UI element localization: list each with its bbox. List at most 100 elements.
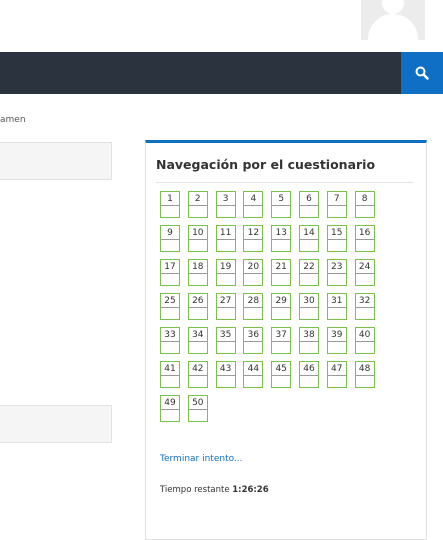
breadcrumb-item[interactable]: amen: [0, 115, 26, 125]
question-number: 32: [355, 295, 374, 308]
question-button[interactable]: 10: [187, 225, 208, 252]
quiz-navigation-block: Navegación por el cuestionario 123456789…: [145, 140, 427, 540]
question-number: 46: [299, 363, 318, 376]
question-number: 37: [272, 329, 291, 342]
question-number: 45: [272, 363, 291, 376]
question-button[interactable]: 24: [354, 259, 375, 286]
question-button[interactable]: 14: [298, 225, 319, 252]
question-button[interactable]: 36: [243, 327, 264, 354]
time-remaining: Tiempo restante 1:26:26: [160, 485, 269, 495]
question-button[interactable]: 47: [326, 361, 347, 388]
question-button[interactable]: 4: [243, 191, 264, 218]
question-number: 28: [244, 295, 263, 308]
question-button[interactable]: 15: [326, 225, 347, 252]
question-number: 19: [216, 261, 235, 274]
question-button[interactable]: 43: [215, 361, 236, 388]
divider: [156, 182, 414, 183]
question-number: 10: [188, 227, 207, 240]
question-number: 27: [216, 295, 235, 308]
question-button[interactable]: 28: [243, 293, 264, 320]
question-number: 47: [327, 363, 346, 376]
question-number: 22: [299, 261, 318, 274]
question-number: 39: [327, 329, 346, 342]
avatar-body-shape: [368, 14, 418, 40]
question-button[interactable]: 30: [298, 293, 319, 320]
question-button[interactable]: 12: [243, 225, 264, 252]
question-number: 25: [161, 295, 179, 308]
question-number: 35: [216, 329, 235, 342]
question-button[interactable]: 19: [215, 259, 236, 286]
question-button[interactable]: 39: [326, 327, 347, 354]
question-number: 13: [272, 227, 291, 240]
question-button[interactable]: 18: [187, 259, 208, 286]
question-button[interactable]: 38: [298, 327, 319, 354]
question-button[interactable]: 3: [215, 191, 236, 218]
question-button[interactable]: 17: [160, 259, 180, 286]
finish-attempt-link[interactable]: Terminar intento...: [160, 454, 243, 464]
question-button[interactable]: 20: [243, 259, 264, 286]
question-button[interactable]: 7: [326, 191, 347, 218]
question-button[interactable]: 11: [215, 225, 236, 252]
question-number: 3: [216, 193, 235, 206]
avatar-head-shape: [382, 0, 404, 14]
question-button[interactable]: 16: [354, 225, 375, 252]
time-remaining-label: Tiempo restante: [160, 485, 233, 495]
question-number: 36: [244, 329, 263, 342]
question-button[interactable]: 44: [243, 361, 264, 388]
question-number: 18: [188, 261, 207, 274]
question-number: 30: [299, 295, 318, 308]
question-button[interactable]: 49: [160, 395, 180, 422]
question-button[interactable]: 5: [271, 191, 292, 218]
question-number: 21: [272, 261, 291, 274]
question-number: 16: [355, 227, 374, 240]
question-number: 1: [161, 193, 179, 206]
question-button[interactable]: 9: [160, 225, 180, 252]
question-button[interactable]: 35: [215, 327, 236, 354]
question-button[interactable]: 50: [187, 395, 208, 422]
question-button[interactable]: 34: [187, 327, 208, 354]
question-button[interactable]: 42: [187, 361, 208, 388]
question-number: 26: [188, 295, 207, 308]
question-button[interactable]: 25: [160, 293, 180, 320]
question-button[interactable]: 2: [187, 191, 208, 218]
question-button[interactable]: 37: [271, 327, 292, 354]
question-number: 9: [161, 227, 179, 240]
question-button[interactable]: 6: [298, 191, 319, 218]
question-button[interactable]: 13: [271, 225, 292, 252]
question-number: 44: [244, 363, 263, 376]
question-number: 29: [272, 295, 291, 308]
question-number: 50: [188, 397, 207, 410]
question-number: 12: [244, 227, 263, 240]
question-button[interactable]: 41: [160, 361, 180, 388]
question-number: 38: [299, 329, 318, 342]
question-number: 34: [188, 329, 207, 342]
question-number: 11: [216, 227, 235, 240]
question-number: 14: [299, 227, 318, 240]
user-avatar[interactable]: [361, 0, 425, 40]
question-number: 33: [161, 329, 179, 342]
question-button[interactable]: 33: [160, 327, 180, 354]
question-button[interactable]: 40: [354, 327, 375, 354]
question-button[interactable]: 22: [298, 259, 319, 286]
question-number: 4: [244, 193, 263, 206]
question-button[interactable]: 21: [271, 259, 292, 286]
question-button[interactable]: 23: [326, 259, 347, 286]
question-button[interactable]: 45: [271, 361, 292, 388]
question-button[interactable]: 26: [187, 293, 208, 320]
question-button[interactable]: 32: [354, 293, 375, 320]
question-button[interactable]: 31: [326, 293, 347, 320]
question-button[interactable]: 1: [160, 191, 180, 218]
question-button[interactable]: 48: [354, 361, 375, 388]
time-remaining-value: 1:26:26: [232, 485, 269, 495]
question-number: 7: [327, 193, 346, 206]
question-number: 8: [355, 193, 374, 206]
question-button[interactable]: 29: [271, 293, 292, 320]
question-button[interactable]: 46: [298, 361, 319, 388]
question-button[interactable]: 8: [354, 191, 375, 218]
search-button[interactable]: [401, 52, 443, 94]
question-number: 2: [188, 193, 207, 206]
question-number: 23: [327, 261, 346, 274]
top-navbar: [0, 52, 443, 94]
question-button[interactable]: 27: [215, 293, 236, 320]
question-number: 48: [355, 363, 374, 376]
